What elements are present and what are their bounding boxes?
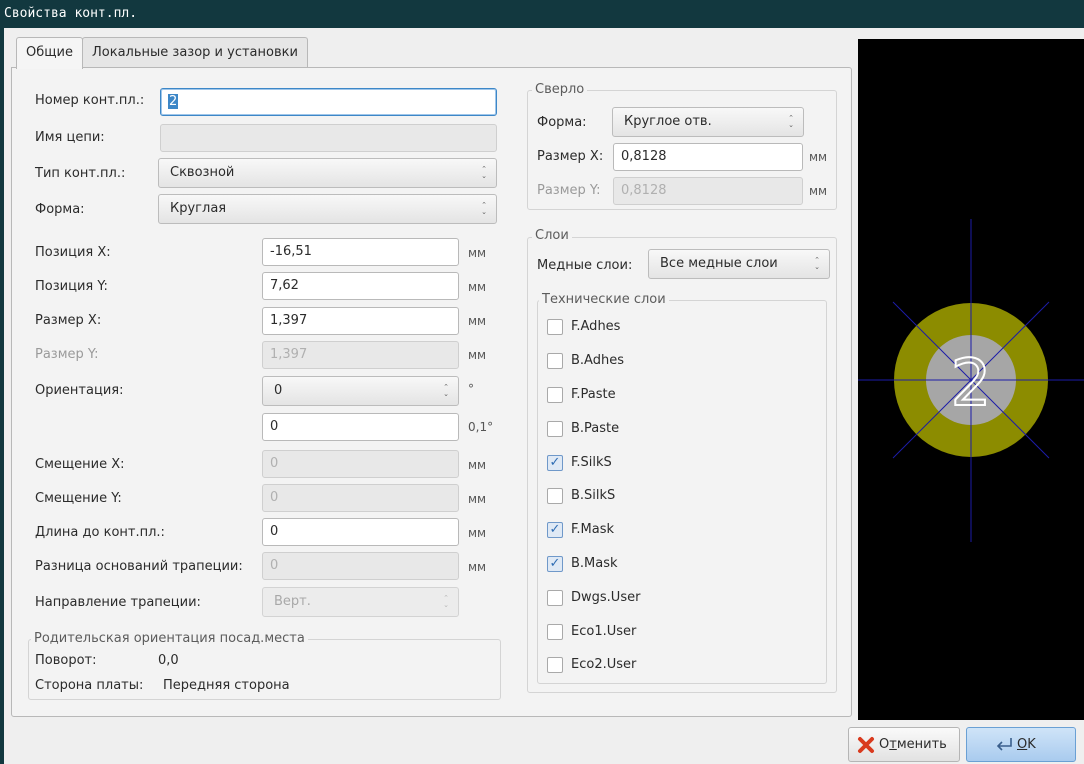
size-x-input[interactable]: 1,397 (262, 307, 459, 335)
layer-checkbox[interactable] (547, 353, 563, 369)
drill-size-y-unit: мм (809, 184, 828, 198)
pad-number-text: 2 (951, 347, 992, 421)
die-length-unit: мм (468, 526, 487, 540)
window-border (0, 28, 4, 764)
layer-checkbox[interactable] (547, 421, 563, 437)
layer-checkbox[interactable] (547, 387, 563, 403)
drill-size-y-input[interactable]: 0,8128 (613, 177, 803, 205)
trapezoid-delta-label: Разница оснований трапеции: (35, 559, 243, 574)
rotation-label: Поворот: (35, 653, 97, 668)
drill-size-x-label: Размер X: (537, 149, 604, 164)
layer-checkbox[interactable]: ✓ (547, 556, 563, 572)
size-x-unit: мм (468, 314, 487, 328)
trapezoid-direction-select[interactable]: Верт. ⌃ ⌄ (262, 587, 459, 617)
drill-title: Сверло (532, 82, 588, 98)
check-icon: ✓ (549, 455, 561, 470)
pad-number-label: Номер конт.пл.: (35, 93, 145, 108)
offset-x-label: Смещение X: (35, 457, 125, 472)
size-y-label: Размер Y: (35, 347, 99, 362)
layer-checkbox[interactable]: ✓ (547, 522, 563, 538)
pad-number-input[interactable]: 2 (160, 88, 497, 116)
ok-button[interactable]: OK (966, 727, 1076, 762)
board-side-label: Сторона платы: (35, 678, 144, 693)
layer-label: B.Adhes (571, 353, 624, 368)
offset-y-input[interactable]: 0 (262, 484, 459, 512)
cancel-button[interactable]: Отменить (848, 727, 960, 762)
trapezoid-delta-unit: мм (468, 560, 487, 574)
check-icon: ✓ (549, 522, 561, 537)
offset-y-unit: мм (468, 492, 487, 506)
orientation-unit: ° (468, 382, 474, 396)
copper-layers-label: Медные слои: (537, 258, 633, 273)
orientation-value-unit: 0,1° (468, 420, 494, 434)
rotation-value: 0,0 (158, 653, 179, 668)
layer-label: F.SilkS (571, 455, 612, 470)
parent-orientation-title: Родительская ориентация посад.места (31, 631, 308, 647)
drill-shape-label: Форма: (537, 115, 587, 130)
layer-checkbox[interactable]: ✓ (547, 455, 563, 471)
layer-label: F.Mask (571, 522, 615, 537)
layer-label: B.Paste (571, 421, 620, 436)
enter-arrow-icon (996, 738, 1012, 751)
orientation-label: Ориентация: (35, 383, 124, 398)
spin-arrows-icon: ⌃ ⌄ (443, 383, 449, 398)
layer-checkbox[interactable] (547, 488, 563, 504)
layer-label: B.Mask (571, 556, 618, 571)
layer-checkbox[interactable] (547, 319, 563, 335)
layer-label: Eco2.User (571, 657, 637, 672)
window-title: Свойства конт.пл. (0, 0, 1084, 28)
cancel-x-icon (858, 737, 874, 753)
tab-local-clearance[interactable]: Локальные зазор и установки (82, 37, 308, 68)
position-x-label: Позиция X: (35, 245, 111, 260)
position-y-unit: мм (468, 280, 487, 294)
position-x-unit: мм (468, 246, 487, 260)
drill-size-y-label: Размер Y: (537, 183, 601, 198)
shape-label: Форма: (35, 202, 85, 217)
trapezoid-delta-input[interactable]: 0 (262, 552, 459, 580)
check-icon: ✓ (549, 556, 561, 571)
board-side-value: Передняя сторона (163, 678, 290, 693)
spin-arrows-icon: ⌃ ⌄ (443, 594, 449, 609)
layer-checkbox[interactable] (547, 624, 563, 640)
die-length-label: Длина до конт.пл.: (35, 525, 165, 540)
layer-label: F.Adhes (571, 319, 621, 334)
position-x-input[interactable]: -16,51 (262, 238, 459, 266)
layer-label: Eco1.User (571, 624, 637, 639)
pad-type-label: Тип конт.пл.: (35, 166, 126, 181)
die-length-input[interactable]: 0 (262, 518, 459, 546)
offset-x-unit: мм (468, 458, 487, 472)
copper-layers-select[interactable]: Все медные слои ⌃ ⌄ (648, 249, 830, 279)
pad-type-select[interactable]: Сквозной ⌃ ⌄ (158, 158, 497, 188)
position-y-label: Позиция Y: (35, 279, 108, 294)
spin-arrows-icon: ⌃ ⌄ (481, 165, 487, 180)
size-x-label: Размер X: (35, 313, 102, 328)
size-y-input[interactable]: 1,397 (262, 341, 459, 369)
net-name-label: Имя цепи: (35, 130, 105, 145)
drill-size-x-input[interactable]: 0,8128 (613, 143, 803, 171)
layers-title: Слои (532, 228, 572, 244)
offset-x-input[interactable]: 0 (262, 450, 459, 478)
spin-arrows-icon: ⌃ ⌄ (788, 114, 794, 129)
spin-arrows-icon: ⌃ ⌄ (481, 201, 487, 216)
pad-preview-canvas: 2 (858, 219, 1084, 542)
drill-shape-select[interactable]: Круглое отв. ⌃ ⌄ (612, 107, 804, 137)
drill-size-x-unit: мм (809, 150, 828, 164)
orientation-value-input[interactable]: 0 (262, 413, 459, 441)
layer-label: Dwgs.User (571, 590, 641, 605)
offset-y-label: Смещение Y: (35, 491, 122, 506)
position-y-input[interactable]: 7,62 (262, 272, 459, 300)
shape-select[interactable]: Круглая ⌃ ⌄ (158, 194, 497, 224)
layer-label: F.Paste (571, 387, 616, 402)
trapezoid-direction-label: Направление трапеции: (35, 595, 201, 610)
size-y-unit: мм (468, 348, 487, 362)
layer-label: B.SilkS (571, 488, 616, 503)
tab-general[interactable]: Общие (16, 37, 83, 69)
pad-preview: 2 (858, 39, 1084, 720)
layer-checkbox[interactable] (547, 657, 563, 673)
technical-layers-title: Технические слои (539, 292, 669, 308)
layer-checkbox[interactable] (547, 590, 563, 606)
net-name-input[interactable] (160, 124, 497, 152)
orientation-select[interactable]: 0 ⌃ ⌄ (262, 376, 459, 406)
spin-arrows-icon: ⌃ ⌄ (814, 256, 820, 271)
